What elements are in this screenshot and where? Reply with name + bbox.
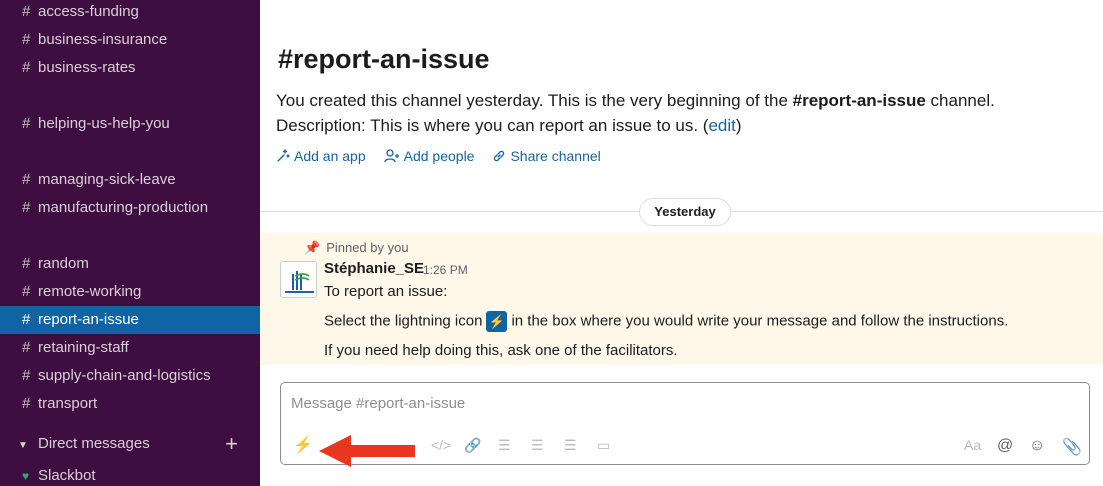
pinned-label: 📌 Pinned by you xyxy=(304,240,409,255)
channel-intro-line: You created this channel yesterday. This… xyxy=(276,91,995,110)
bulleted-list-icon[interactable]: ☰ xyxy=(531,437,544,454)
shortcuts-lightning-button[interactable]: ⚡ xyxy=(293,435,313,455)
sidebar-item-managing-sick-leave[interactable]: # managing-sick-leave xyxy=(0,166,260,194)
channel-description: Description: This is where you can repor… xyxy=(276,116,742,135)
pin-icon: 📌 xyxy=(304,240,321,255)
sidebar-item-business-rates[interactable]: # business-rates xyxy=(0,54,260,82)
link-icon[interactable]: 🔗 xyxy=(464,437,481,454)
sidebar: # access-funding # business-insurance # bus… xyxy=(0,0,260,486)
heart-icon: ♥ xyxy=(22,469,30,483)
channel-actions: Add an app Add people Share channel xyxy=(276,148,619,164)
sidebar-item-random[interactable]: # random xyxy=(0,250,260,278)
message-composer[interactable]: Message #report-an-issue ⚡ </> 🔗 ☰ ☰ ☰ ▭… xyxy=(280,382,1090,467)
ordered-list-icon[interactable]: ☰ xyxy=(498,437,511,454)
sidebar-item-business-insurance[interactable]: # business-insurance xyxy=(0,26,260,54)
mention-icon[interactable]: @ xyxy=(997,437,1013,455)
link-icon xyxy=(494,150,505,162)
message-author[interactable]: Stéphanie_SE xyxy=(324,260,424,277)
composer-toolbar: ⚡ </> 🔗 ☰ ☰ ☰ ▭ Aa @ ☺ 📎 xyxy=(281,431,1089,467)
sidebar-item-helping-us-help-you[interactable]: # helping-us-help-you xyxy=(0,110,260,138)
message-line-3: If you need help doing this, ask one of … xyxy=(324,342,678,359)
company-logo-avatar xyxy=(281,262,316,297)
attachment-icon[interactable]: 📎 xyxy=(1062,437,1082,457)
red-arrow-annotation xyxy=(319,435,415,467)
channel-title: #report-an-issue xyxy=(278,44,490,74)
message-input[interactable]: Message #report-an-issue xyxy=(291,395,465,412)
direct-messages-header[interactable]: ▼ Direct messages + xyxy=(0,430,260,458)
channel-intro: You created this channel yesterday. This… xyxy=(276,88,1086,138)
sidebar-item-retaining-staff[interactable]: # retaining-staff xyxy=(0,334,260,362)
avatar[interactable] xyxy=(280,261,317,298)
app-sparkle-icon xyxy=(277,149,290,162)
sidebar-item-report-an-issue[interactable]: # report-an-issue xyxy=(0,306,260,334)
date-divider-button[interactable]: Yesterday xyxy=(639,198,731,226)
edit-description-link[interactable]: edit xyxy=(708,116,735,135)
formatting-toggle-button[interactable]: Aa xyxy=(964,437,981,453)
add-people-button[interactable]: Add people xyxy=(383,148,474,164)
caret-down-icon: ▼ xyxy=(18,440,28,451)
pinned-message[interactable]: 📌 Pinned by you Stéphanie_SE 1:26 PM To r… xyxy=(260,233,1103,365)
add-direct-message-button[interactable]: + xyxy=(225,430,238,458)
sidebar-item-access-funding[interactable]: # access-funding xyxy=(0,0,260,26)
sidebar-item-transport[interactable]: # transport xyxy=(0,390,260,418)
add-app-button[interactable]: Add an app xyxy=(276,148,366,164)
code-block-icon[interactable]: ▭ xyxy=(597,437,610,454)
emoji-icon[interactable]: ☺ xyxy=(1029,437,1045,455)
channel-main: #report-an-issue You created this channe… xyxy=(260,0,1103,486)
add-person-icon xyxy=(383,149,399,163)
message-line-1: To report an issue: xyxy=(324,283,448,300)
lightning-icon: ⚡ xyxy=(486,311,508,332)
sidebar-item-slackbot[interactable]: ♥ Slackbot xyxy=(0,462,260,486)
sidebar-item-manufacturing-production[interactable]: # manufacturing-production xyxy=(0,194,260,222)
message-line-2: Select the lightning icon ⚡ in the box whe… xyxy=(324,311,1008,332)
code-icon[interactable]: </> xyxy=(431,437,451,453)
quote-icon[interactable]: ☰ xyxy=(564,437,577,454)
sidebar-item-supply-chain-and-logistics[interactable]: # supply-chain-and-logistics xyxy=(0,362,260,390)
share-channel-button[interactable]: Share channel xyxy=(492,148,601,164)
message-timestamp[interactable]: 1:26 PM xyxy=(423,263,468,277)
sidebar-item-remote-working[interactable]: # remote-working xyxy=(0,278,260,306)
